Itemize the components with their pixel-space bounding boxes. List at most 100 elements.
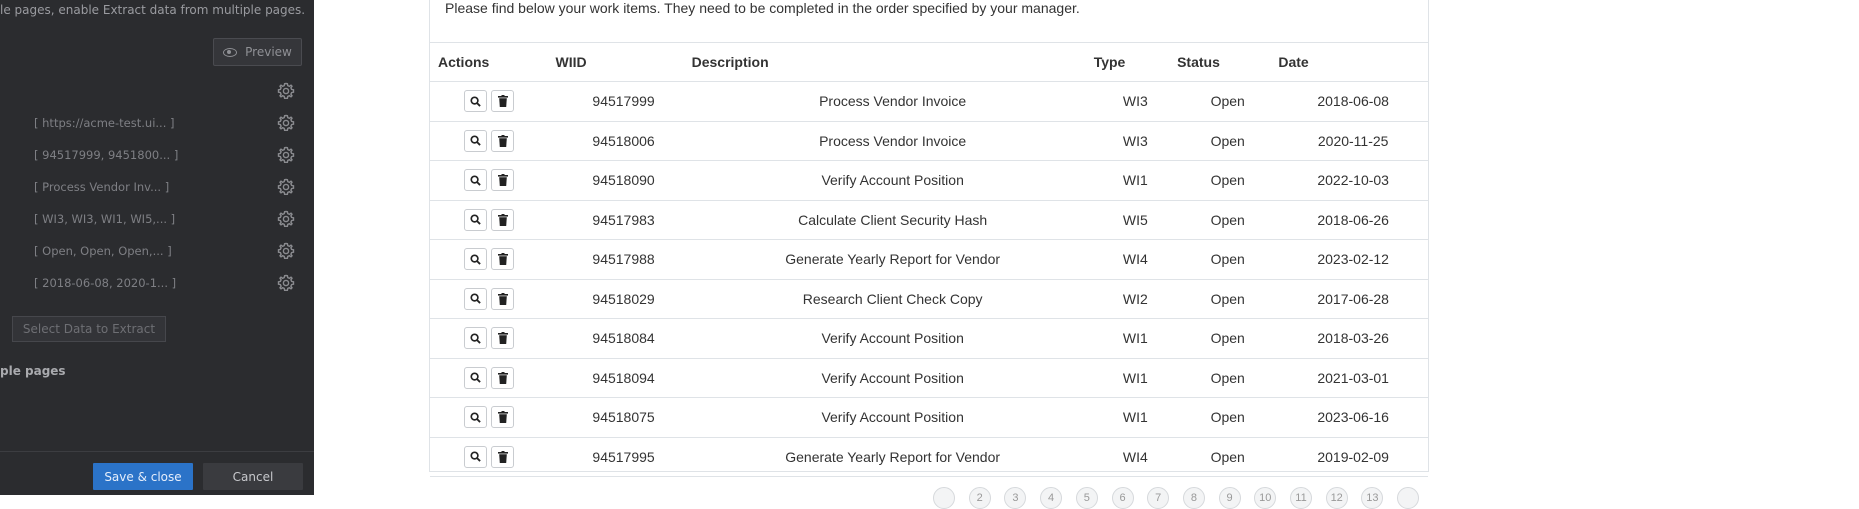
cell-status: Open [1177,200,1279,240]
cell-status: Open [1177,121,1279,161]
cell-date: 2021-03-01 [1278,358,1428,398]
search-icon[interactable] [464,445,487,468]
cell-wiid: 94518084 [555,318,692,359]
cell-type: WI4 [1093,437,1178,477]
cell-description: Verify Account Position [691,318,1094,359]
save-close-button[interactable]: Save & close [93,463,193,490]
cell-wiid: 94518094 [555,358,692,398]
table-row: 94517999 Process Vendor Invoice WI3 Open 201… [430,81,1428,122]
cell-wiid: 94517988 [555,239,692,280]
trash-icon[interactable] [491,208,514,231]
cancel-button[interactable]: Cancel [203,463,303,490]
page-button[interactable]: 5 [1075,487,1098,509]
gear-icon[interactable] [276,209,296,229]
extract-field-value: [ 2018-06-08, 2020-1... ] [34,276,177,290]
row-actions [430,397,556,438]
col-date[interactable]: Date [1278,42,1428,82]
cell-date: 2023-02-12 [1278,239,1428,280]
row-actions [430,160,556,201]
trash-icon[interactable] [491,366,514,389]
gear-icon[interactable] [276,113,296,133]
table-row: 94517983 Calculate Client Security Hash WI… [430,200,1428,240]
row-actions [430,200,556,240]
extract-field-row: [ 94517999, 9451800... ] [0,139,314,171]
search-icon[interactable] [464,90,487,113]
cell-description: Generate Yearly Report for Vendor [691,239,1094,280]
cell-wiid: 94517983 [555,200,692,240]
table-row: 94518090 Verify Account Position WI1 Open 20… [430,160,1428,201]
cell-description: Process Vendor Invoice [691,121,1094,161]
search-icon[interactable] [464,287,487,310]
col-actions: Actions [430,42,556,82]
gear-icon[interactable] [276,241,296,261]
page-button[interactable] [933,487,955,509]
cell-description: Research Client Check Copy [691,279,1094,319]
search-icon[interactable] [464,327,487,350]
cell-status: Open [1177,81,1279,122]
cell-wiid: 94518090 [555,160,692,201]
cell-wiid: 94518006 [555,121,692,161]
col-description[interactable]: Description [691,42,1094,82]
trash-icon[interactable] [491,287,514,310]
extract-field-value: [ Open, Open, Open,... ] [34,244,172,258]
cell-description: Generate Yearly Report for Vendor [691,437,1094,477]
trash-icon[interactable] [491,169,514,192]
col-status[interactable]: Status [1177,42,1279,82]
col-type[interactable]: Type [1093,42,1178,82]
row-actions [430,437,556,477]
cell-status: Open [1177,239,1279,280]
col-wiid[interactable]: WIID [555,42,692,82]
cell-date: 2023-06-16 [1278,397,1428,438]
cell-status: Open [1177,358,1279,398]
gear-icon[interactable] [276,81,296,101]
page-button[interactable]: 9 [1218,487,1241,509]
page-button[interactable]: 3 [1004,487,1027,509]
page-button[interactable]: 7 [1147,487,1170,509]
extract-field-row: [ Open, Open, Open,... ] [0,235,314,267]
cell-type: WI1 [1093,160,1178,201]
trash-icon[interactable] [491,327,514,350]
extract-field-row [0,75,314,107]
page-button[interactable]: 13 [1361,487,1384,509]
trash-icon[interactable] [491,129,514,152]
cell-wiid: 94517995 [555,437,692,477]
search-icon[interactable] [464,129,487,152]
cell-wiid: 94518075 [555,397,692,438]
page-button[interactable]: 8 [1182,487,1205,509]
cell-type: WI3 [1093,81,1178,122]
page-button[interactable] [1397,487,1420,509]
multi-page-hint: le pages, enable Extract data from multi… [0,3,306,17]
page-button[interactable]: 6 [1111,487,1134,509]
table-row: 94517988 Generate Yearly Report for Vendo… [430,239,1428,280]
cell-date: 2017-06-28 [1278,279,1428,319]
page-button[interactable]: 12 [1325,487,1348,509]
trash-icon[interactable] [491,248,514,271]
gear-icon[interactable] [276,273,296,293]
preview-button[interactable]: Preview [213,38,302,66]
row-actions [430,81,556,122]
search-icon[interactable] [464,406,487,429]
page-button[interactable]: 10 [1254,487,1277,509]
gear-icon[interactable] [276,145,296,165]
row-actions [430,121,556,161]
table-row: 94517995 Generate Yearly Report for Vendo… [430,437,1428,477]
page-button[interactable]: 11 [1290,487,1312,509]
trash-icon[interactable] [491,90,514,113]
trash-icon[interactable] [491,406,514,429]
search-icon[interactable] [464,169,487,192]
preview-label: Preview [245,45,292,59]
table-row: 94518075 Verify Account Position WI1 Open 20… [430,397,1428,438]
select-data-button[interactable]: Select Data to Extract [12,316,166,342]
search-icon[interactable] [464,248,487,271]
extract-field-value: [ WI3, WI3, WI1, WI5,... ] [34,212,176,226]
trash-icon[interactable] [491,445,514,468]
cell-type: WI1 [1093,397,1178,438]
cell-status: Open [1177,160,1279,201]
cell-wiid: 94517999 [555,81,692,122]
cell-status: Open [1177,318,1279,359]
gear-icon[interactable] [276,177,296,197]
page-button[interactable]: 4 [1040,487,1063,509]
search-icon[interactable] [464,208,487,231]
search-icon[interactable] [464,366,487,389]
page-button[interactable]: 2 [968,487,991,509]
